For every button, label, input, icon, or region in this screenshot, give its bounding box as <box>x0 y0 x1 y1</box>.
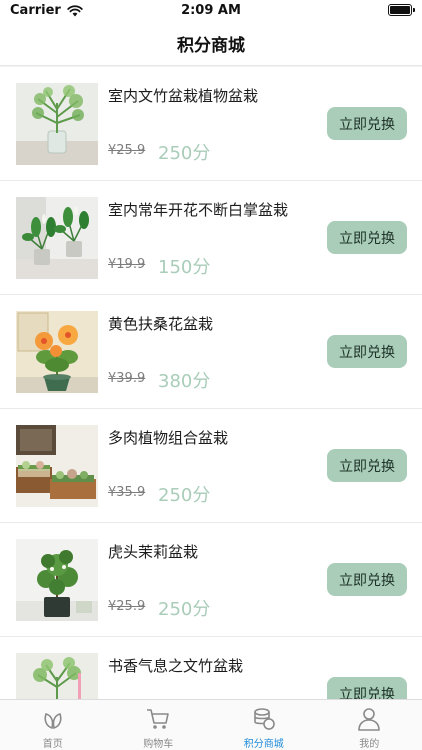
redeem-button[interactable]: 立即兑换 <box>327 563 407 596</box>
person-icon <box>358 708 381 731</box>
product-item[interactable]: 黄色扶桑花盆栽 ¥39.9 380分 立即兑换 <box>0 295 422 409</box>
product-item[interactable]: 室内文竹盆栽植物盆栽 ¥25.9 250分 立即兑换 <box>0 67 422 181</box>
product-item[interactable]: 室内常年开花不断白掌盆栽 ¥19.9 150分 立即兑换 <box>0 181 422 295</box>
tab-profile[interactable]: 我的 <box>317 700 422 750</box>
tab-cart[interactable]: 购物车 <box>106 700 212 750</box>
status-bar: Carrier 2:09 AM <box>0 0 422 22</box>
asparagus-fern-plant-image[interactable] <box>16 653 98 699</box>
tab-home[interactable]: 首页 <box>0 700 106 750</box>
jasmine-plant-image[interactable] <box>16 539 98 621</box>
redeem-button[interactable]: 立即兑换 <box>327 677 407 699</box>
original-price: ¥19.9 <box>108 257 146 272</box>
succulent-combo-plant-image[interactable] <box>16 425 98 507</box>
points-price: 250分 <box>158 143 211 164</box>
points-price: 380分 <box>158 371 211 392</box>
original-price: ¥39.9 <box>108 371 146 386</box>
product-name: 黄色扶桑花盆栽 <box>108 315 214 333</box>
points-price: 250分 <box>158 599 211 620</box>
product-name: 室内常年开花不断白掌盆栽 <box>108 201 289 219</box>
page-title: 积分商城 <box>177 36 245 56</box>
tab-label: 购物车 <box>143 739 174 750</box>
tab-points-mall[interactable]: 积分商城 <box>211 700 317 750</box>
product-name: 书香气息之文竹盆栽 <box>108 657 244 675</box>
product-name: 虎头茉莉盆栽 <box>108 543 199 561</box>
product-item[interactable]: 多肉植物组合盆栽 ¥35.9 250分 立即兑换 <box>0 409 422 523</box>
clock: 2:09 AM <box>181 3 241 18</box>
product-name: 多肉植物组合盆栽 <box>108 429 229 447</box>
cart-icon <box>147 709 170 729</box>
tab-bar: 首页 购物车 积分商城 我的 <box>0 699 422 750</box>
navigation-bar: 积分商城 <box>0 22 422 66</box>
original-price: ¥25.9 <box>108 599 146 614</box>
points-price: 150分 <box>158 257 211 278</box>
redeem-button[interactable]: 立即兑换 <box>327 335 407 368</box>
tab-label: 首页 <box>42 739 63 750</box>
tab-label: 积分商城 <box>243 739 284 750</box>
product-item[interactable]: 书香气息之文竹盆栽 立即兑换 <box>0 637 422 699</box>
product-list[interactable]: 室内文竹盆栽植物盆栽 ¥25.9 250分 立即兑换 室内常年开花不断白掌盆栽 … <box>0 67 422 699</box>
points-price: 250分 <box>158 485 211 506</box>
redeem-button[interactable]: 立即兑换 <box>327 221 407 254</box>
product-name: 室内文竹盆栽植物盆栽 <box>108 87 259 105</box>
original-price: ¥35.9 <box>108 485 146 500</box>
leaf-icon <box>44 713 62 730</box>
battery-icon <box>388 4 415 16</box>
tab-label: 我的 <box>359 739 380 750</box>
redeem-button[interactable]: 立即兑换 <box>327 107 407 140</box>
original-price: ¥25.9 <box>108 143 146 158</box>
coins-icon <box>253 708 275 730</box>
asparagus-fern-plant-image[interactable] <box>16 83 98 165</box>
hibiscus-plant-image[interactable] <box>16 311 98 393</box>
product-item[interactable]: 虎头茉莉盆栽 ¥25.9 250分 立即兑换 <box>0 523 422 637</box>
peace-lily-plant-image[interactable] <box>16 197 98 279</box>
redeem-button[interactable]: 立即兑换 <box>327 449 407 482</box>
